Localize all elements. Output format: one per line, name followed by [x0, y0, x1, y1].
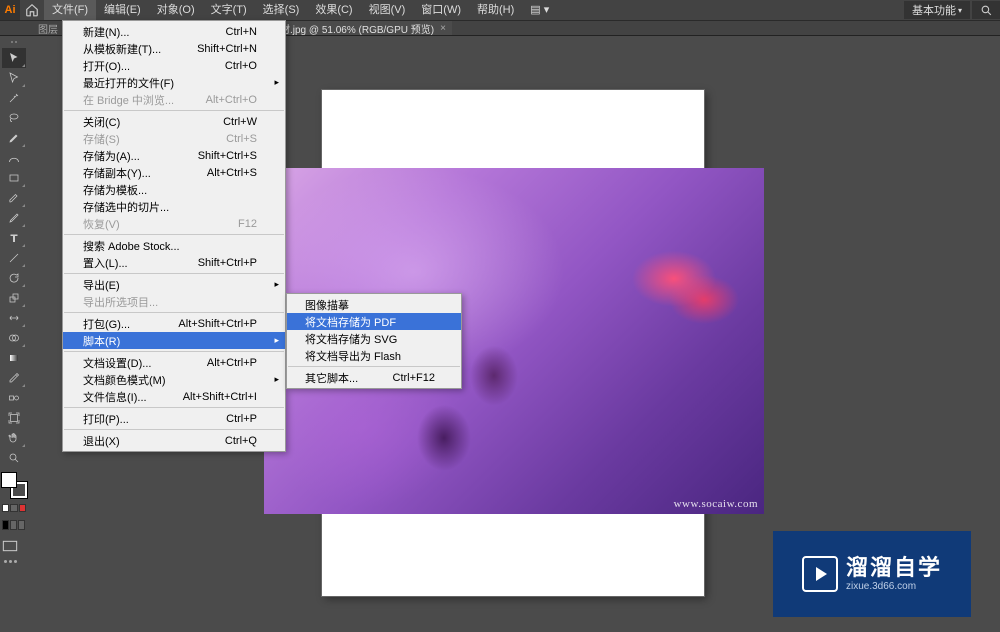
scale-tool[interactable]	[2, 288, 26, 308]
fill-stroke-swatches[interactable]	[1, 472, 27, 498]
menu-view[interactable]: 视图(V)	[361, 0, 414, 20]
menu-item-close[interactable]: 关闭(C)Ctrl+W	[63, 113, 285, 130]
menu-item-place[interactable]: 置入(L)...Shift+Ctrl+P	[63, 254, 285, 271]
gradient-tool[interactable]	[2, 348, 26, 368]
curvature-tool[interactable]	[2, 148, 26, 168]
close-icon[interactable]: ×	[440, 23, 446, 34]
menu-help[interactable]: 帮助(H)	[469, 0, 522, 20]
script-other[interactable]: 其它脚本...Ctrl+F12	[287, 369, 461, 386]
script-save-pdf[interactable]: 将文档存储为 PDF	[287, 313, 461, 330]
menu-item-export[interactable]: 导出(E)▸	[63, 276, 285, 293]
home-icon[interactable]	[20, 0, 44, 20]
screen-mode-button[interactable]	[2, 540, 26, 552]
rectangle-tool[interactable]	[2, 168, 26, 188]
menu-item-export-selected: 导出所选项目...	[63, 293, 285, 310]
scripts-submenu: 图像描摹 将文档存储为 PDF 将文档存储为 SVG 将文档导出为 Flash …	[286, 293, 462, 389]
app-icon: Ai	[0, 0, 20, 20]
artboard-tool[interactable]	[2, 408, 26, 428]
menu-item-adobe-stock[interactable]: 搜索 Adobe Stock...	[63, 237, 285, 254]
menu-edit[interactable]: 编辑(E)	[96, 0, 149, 20]
menu-item-revert: 恢复(V)F12	[63, 215, 285, 232]
fill-swatch[interactable]	[1, 472, 17, 488]
menu-item-save-slices[interactable]: 存储选中的切片...	[63, 198, 285, 215]
menu-item-scripts[interactable]: 脚本(R)▸	[63, 332, 285, 349]
file-menu-dropdown: 新建(N)...Ctrl+N 从模板新建(T)...Shift+Ctrl+N 打…	[62, 20, 286, 452]
hand-tool[interactable]	[2, 428, 26, 448]
menu-item-save-as[interactable]: 存储为(A)...Shift+Ctrl+S	[63, 147, 285, 164]
rotate-tool[interactable]	[2, 268, 26, 288]
menu-bar: Ai 文件(F) 编辑(E) 对象(O) 文字(T) 选择(S) 效果(C) 视…	[0, 0, 1000, 20]
menu-item-package[interactable]: 打包(G)...Alt+Shift+Ctrl+P	[63, 315, 285, 332]
color-mode-row[interactable]	[2, 504, 26, 512]
menu-item-open[interactable]: 打开(O)...Ctrl+O	[63, 57, 285, 74]
script-save-svg[interactable]: 将文档存储为 SVG	[287, 330, 461, 347]
menu-item-save-copy[interactable]: 存储副本(Y)...Alt+Ctrl+S	[63, 164, 285, 181]
tools-panel	[0, 36, 28, 569]
menu-item-quit[interactable]: 退出(X)Ctrl+Q	[63, 432, 285, 449]
menu-effect[interactable]: 效果(C)	[307, 0, 360, 20]
zoom-tool[interactable]	[2, 448, 26, 468]
script-image-trace[interactable]: 图像描摹	[287, 296, 461, 313]
brand-subtext: zixue.3d66.com	[846, 581, 942, 593]
menu-item-recent-files[interactable]: 最近打开的文件(F)▸	[63, 74, 285, 91]
brand-overlay: 溜溜自学 zixue.3d66.com	[773, 531, 971, 617]
magic-wand-tool[interactable]	[2, 88, 26, 108]
menu-object[interactable]: 对象(O)	[149, 0, 203, 20]
line-segment-tool[interactable]	[2, 248, 26, 268]
search-icon[interactable]	[972, 1, 1000, 19]
menu-item-browse-bridge: 在 Bridge 中浏览...Alt+Ctrl+O	[63, 91, 285, 108]
shape-builder-tool[interactable]	[2, 328, 26, 348]
brand-logo-icon	[802, 556, 838, 592]
menu-item-save: 存储(S)Ctrl+S	[63, 130, 285, 147]
selection-tool[interactable]	[2, 48, 26, 68]
menu-file[interactable]: 文件(F)	[44, 0, 96, 20]
pencil-tool[interactable]	[2, 208, 26, 228]
draw-mode-row[interactable]	[2, 520, 26, 530]
menu-item-file-info[interactable]: 文件信息(I)...Alt+Shift+Ctrl+I	[63, 388, 285, 405]
menu-item-new[interactable]: 新建(N)...Ctrl+N	[63, 23, 285, 40]
menu-item-color-mode[interactable]: 文档颜色模式(M)▸	[63, 371, 285, 388]
panel-tab-label[interactable]: 图层	[32, 20, 64, 37]
menu-item-save-template[interactable]: 存储为模板...	[63, 181, 285, 198]
paintbrush-tool[interactable]	[2, 188, 26, 208]
menu-item-doc-setup[interactable]: 文档设置(D)...Alt+Ctrl+P	[63, 354, 285, 371]
workspace-switcher[interactable]: 基本功能 ▾	[904, 1, 970, 19]
menu-item-new-template[interactable]: 从模板新建(T)...Shift+Ctrl+N	[63, 40, 285, 57]
toolbar-grip[interactable]	[0, 38, 28, 46]
menu-type[interactable]: 文字(T)	[203, 0, 255, 20]
width-tool[interactable]	[2, 308, 26, 328]
edit-toolbar-button[interactable]	[4, 560, 24, 563]
eyedropper-tool[interactable]	[2, 368, 26, 388]
lasso-tool[interactable]	[2, 108, 26, 128]
menu-extras-icon[interactable]: ▤ ▾	[522, 0, 557, 20]
brand-name: 溜溜自学	[846, 555, 942, 581]
script-export-flash[interactable]: 将文档导出为 Flash	[287, 347, 461, 364]
type-tool[interactable]	[2, 228, 26, 248]
menu-select[interactable]: 选择(S)	[255, 0, 308, 20]
watermark-text: www.socaiw.com	[674, 498, 758, 510]
menu-item-print[interactable]: 打印(P)...Ctrl+P	[63, 410, 285, 427]
blend-tool[interactable]	[2, 388, 26, 408]
direct-selection-tool[interactable]	[2, 68, 26, 88]
menu-window[interactable]: 窗口(W)	[413, 0, 469, 20]
pen-tool[interactable]	[2, 128, 26, 148]
